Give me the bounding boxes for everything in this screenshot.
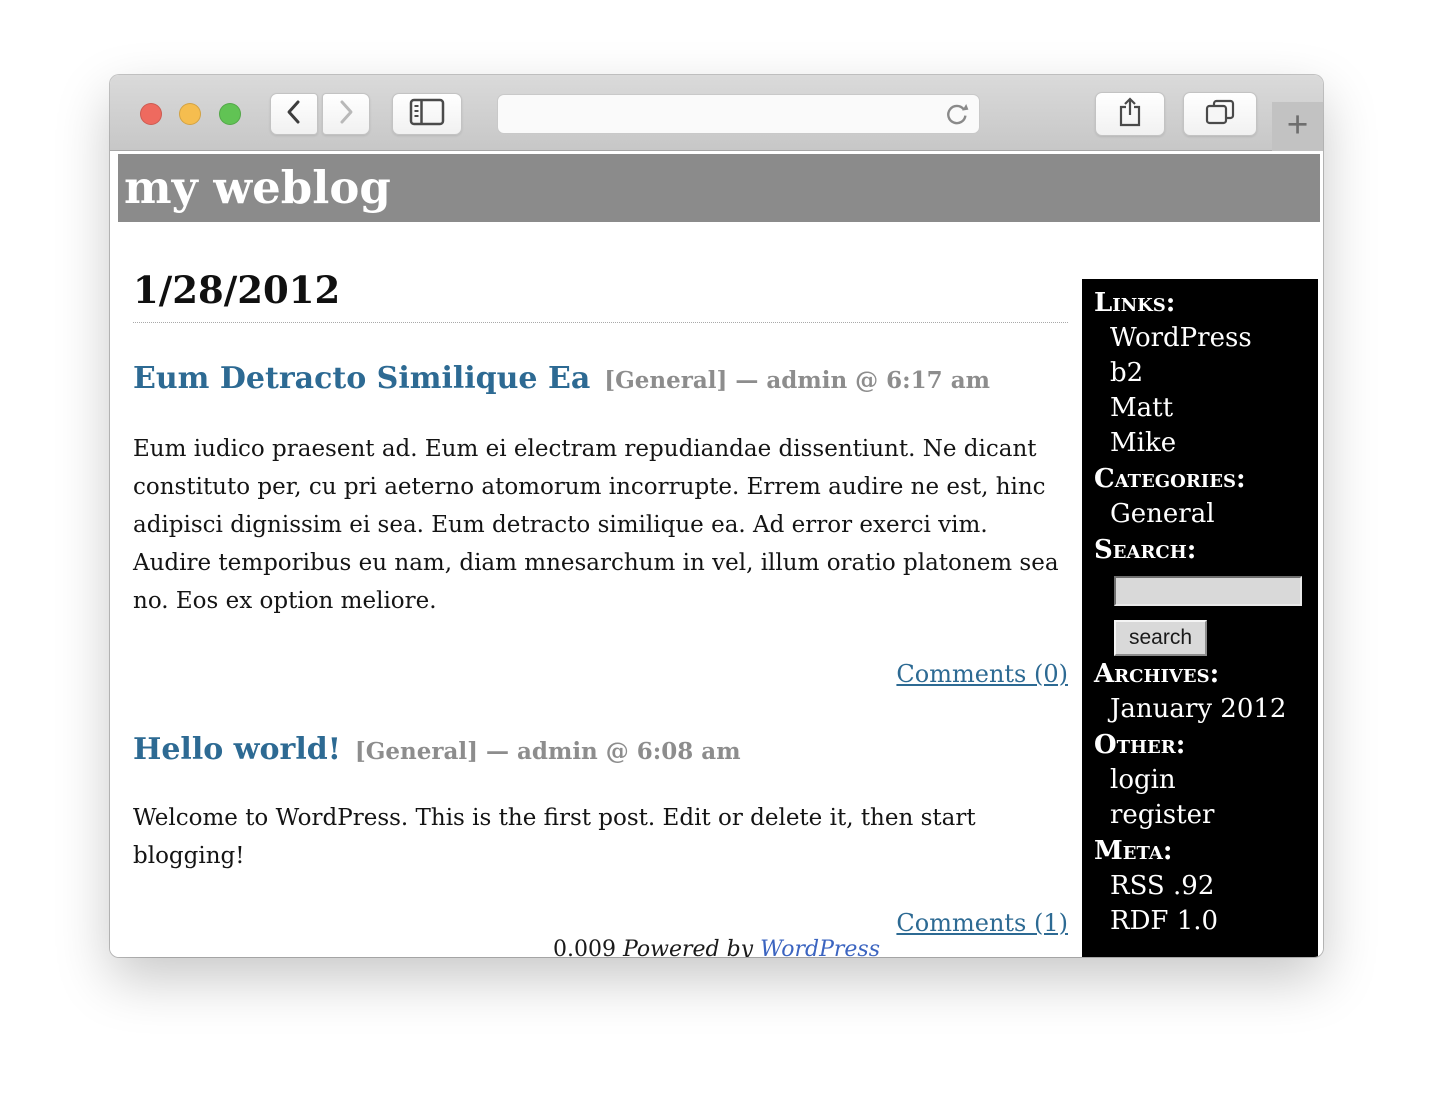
sidebar-heading-archives: Archives: [1094, 656, 1318, 692]
browser-toolbar: + [110, 75, 1323, 151]
chevron-right-icon [337, 99, 355, 130]
site-title-link[interactable]: my weblog [124, 154, 391, 221]
site-header: my weblog [118, 154, 1320, 222]
forward-button[interactable] [322, 93, 370, 135]
sidebar-heading-categories: Categories: [1094, 461, 1318, 497]
sidebar-link-wordpress[interactable]: WordPress [1094, 321, 1318, 356]
sidebar-link-matt[interactable]: Matt [1094, 391, 1318, 426]
new-tab-button[interactable]: + [1272, 102, 1323, 151]
back-button[interactable] [270, 93, 318, 135]
share-icon [1117, 96, 1143, 133]
chevron-left-icon [285, 99, 303, 130]
share-button[interactable] [1095, 92, 1165, 136]
sidebar-link-rss[interactable]: RSS .92 [1094, 869, 1318, 904]
web-page: my weblog 1/28/2012 Eum Detracto Similiq… [110, 152, 1323, 957]
date-heading: 1/28/2012 [133, 268, 1068, 323]
sidebar-link-rdf[interactable]: RDF 1.0 [1094, 904, 1318, 939]
comments-link[interactable]: Comments (0) [896, 660, 1068, 688]
reload-button[interactable] [943, 101, 971, 129]
post-body: Welcome to WordPress. This is the first … [133, 799, 1068, 875]
post: Eum Detracto Similique Ea [General] — ad… [133, 361, 1068, 688]
zoom-window-button[interactable] [219, 103, 241, 125]
sidebar-heading-meta: Meta: [1094, 833, 1318, 869]
tabs-icon [1204, 98, 1236, 131]
comments-row: Comments (1) [133, 909, 1068, 937]
sidebar: Links: WordPress b2 Matt Mike Categories… [1082, 279, 1318, 957]
sidebar-link-mike[interactable]: Mike [1094, 426, 1318, 461]
sidebar-link-register[interactable]: register [1094, 798, 1318, 833]
sidebar-heading-links: Links: [1094, 285, 1318, 321]
search-button[interactable]: search [1114, 620, 1207, 656]
post-head: Eum Detracto Similique Ea [General] — ad… [133, 361, 1068, 396]
close-window-button[interactable] [140, 103, 162, 125]
post: Hello world! [General] — admin @ 6:08 am… [133, 732, 1068, 937]
sidebar-heading-search: Search: [1094, 532, 1318, 568]
sidebar-link-b2[interactable]: b2 [1094, 356, 1318, 391]
tab-overview-button[interactable] [1183, 92, 1257, 136]
url-input[interactable] [508, 97, 928, 131]
comments-row: Comments (0) [133, 660, 1068, 688]
post-head: Hello world! [General] — admin @ 6:08 am [133, 732, 1068, 767]
sidebar-category-general[interactable]: General [1094, 497, 1318, 532]
desktop-background: + my weblog 1/28/2012 Eum Detracto Simil… [0, 0, 1434, 1104]
comments-link[interactable]: Comments (1) [896, 909, 1068, 937]
post-meta: [General] — admin @ 6:17 am [604, 367, 990, 394]
address-bar[interactable] [497, 94, 980, 134]
sidebar-panel-icon [409, 98, 445, 131]
sidebar-heading-other: Other: [1094, 727, 1318, 763]
plus-icon: + [1287, 104, 1309, 145]
powered-by-text: Powered by [623, 937, 753, 957]
minimize-window-button[interactable] [179, 103, 201, 125]
main-content: 1/28/2012 Eum Detracto Similique Ea [Gen… [133, 224, 1068, 937]
search-input[interactable] [1114, 576, 1302, 606]
browser-window: + my weblog 1/28/2012 Eum Detracto Simil… [110, 75, 1323, 957]
sidebar-toggle-button[interactable] [392, 93, 462, 135]
sidebar-archive-january-2012[interactable]: January 2012 [1094, 692, 1318, 727]
post-title-link[interactable]: Eum Detracto Similique Ea [133, 361, 590, 396]
post-meta: [General] — admin @ 6:08 am [355, 738, 741, 765]
timer-text: 0.009 [553, 937, 616, 957]
post-body: Eum iudico praesent ad. Eum ei electram … [133, 430, 1068, 620]
wordpress-link[interactable]: WordPress [760, 937, 880, 957]
post-title-link[interactable]: Hello world! [133, 732, 341, 767]
sidebar-link-login[interactable]: login [1094, 763, 1318, 798]
reload-icon [943, 101, 971, 129]
